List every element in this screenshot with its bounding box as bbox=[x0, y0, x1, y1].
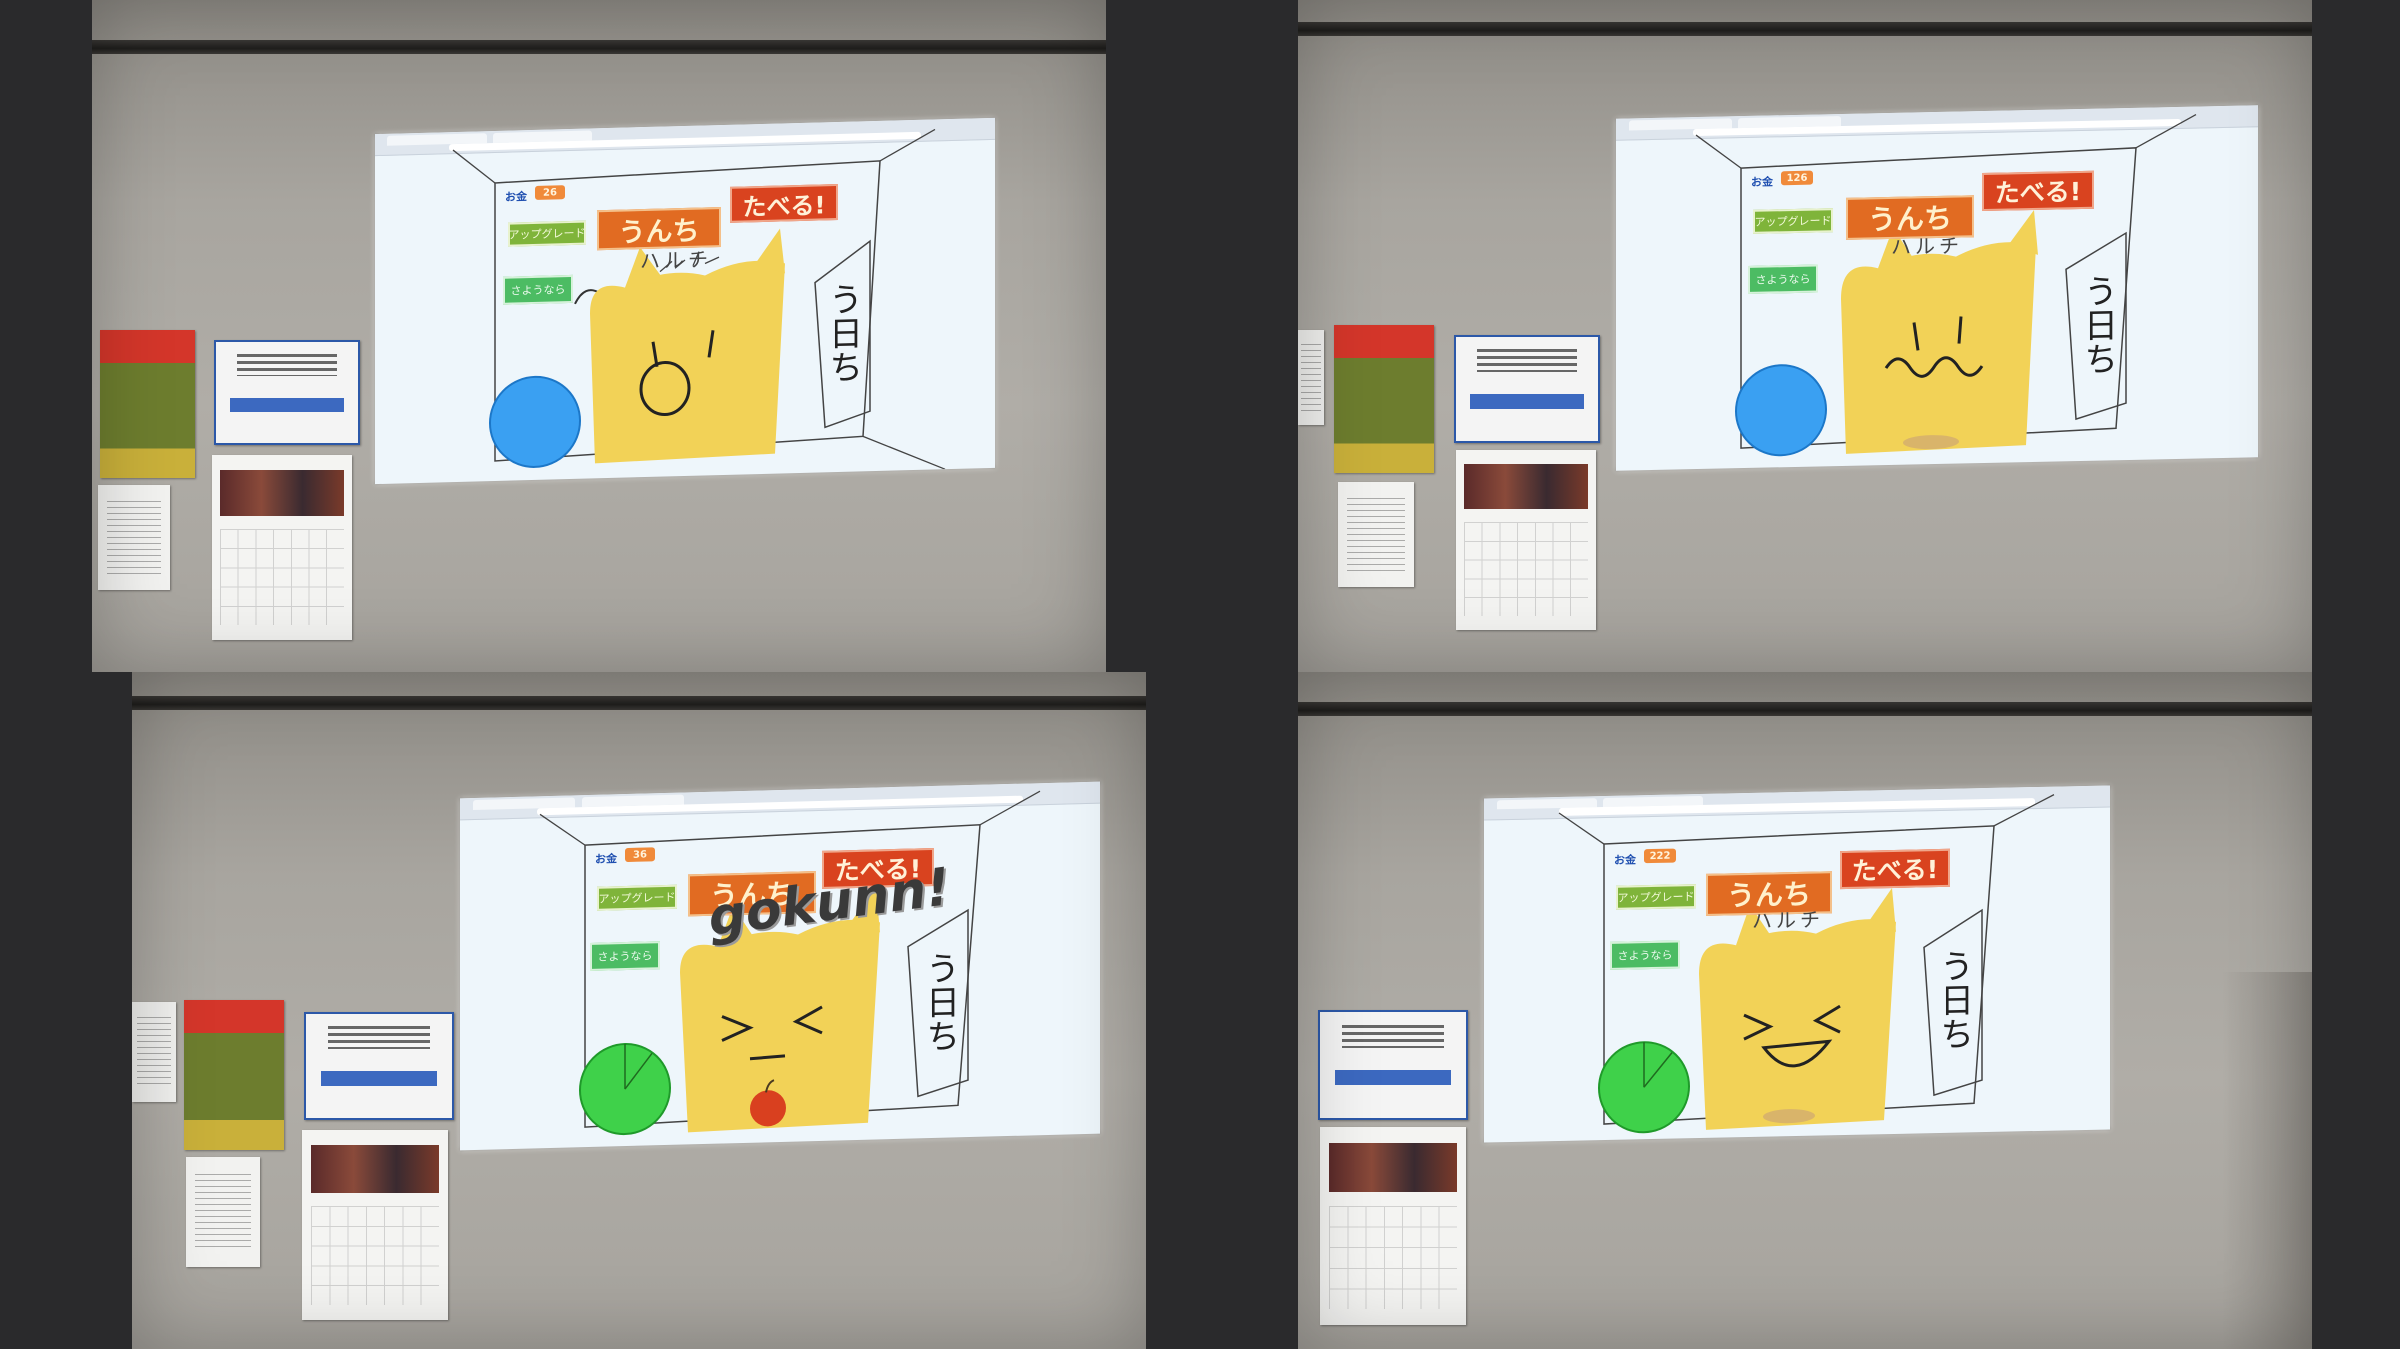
projected-game-screen: お金 126 アップグレード うんち たべる! さようなら ハルチ う日ち bbox=[1616, 105, 2258, 471]
title-taberu: たべる! bbox=[1840, 848, 1950, 890]
wall-text-right: う日ち bbox=[919, 950, 960, 1054]
title-taberu: たべる! bbox=[730, 183, 838, 223]
curtain-rail bbox=[1298, 22, 2312, 36]
projected-game-screen: お金 36 アップグレード うんち たべる! gokunn! さようなら う日ち bbox=[460, 781, 1100, 1151]
projected-game-screen: お金 222 アップグレード うんち たべる! さようなら ハルチ う日ち bbox=[1484, 785, 2110, 1143]
timer-circle bbox=[1735, 364, 1827, 457]
score-value: 126 bbox=[1781, 170, 1813, 186]
poster-notice bbox=[186, 1157, 260, 1267]
game-drawing bbox=[1558, 794, 2055, 1134]
photo-panel-4: お金 222 アップグレード うんち たべる! さようなら ハルチ う日ち bbox=[1298, 672, 2312, 1349]
game-drawing bbox=[1695, 114, 2197, 457]
upgrade-button[interactable]: アップグレード bbox=[508, 220, 586, 247]
poster-calendar bbox=[1456, 450, 1596, 630]
poster-calendar bbox=[1320, 1127, 1466, 1325]
curtain-rail bbox=[92, 40, 1106, 54]
upgrade-button[interactable]: アップグレード bbox=[597, 884, 677, 911]
poster-food bbox=[100, 330, 195, 478]
projected-game-screen: お金 26 アップグレード うんち たべる! さようなら ハルチ う日ち bbox=[375, 117, 995, 485]
sayonara-button[interactable]: さようなら bbox=[590, 941, 660, 971]
poster-calendar bbox=[302, 1130, 448, 1320]
wall-text-right: う日ち bbox=[2077, 273, 2118, 377]
curtain-rail bbox=[1298, 702, 2312, 716]
score-value: 26 bbox=[535, 185, 565, 200]
poster-distance bbox=[214, 340, 360, 445]
poster-food bbox=[184, 1000, 284, 1150]
poster-notice bbox=[1338, 482, 1414, 587]
game-drawing bbox=[539, 790, 1041, 1136]
photo-panel-1: お金 26 アップグレード うんち たべる! さようなら ハルチ う日ち bbox=[92, 0, 1106, 672]
poster-notice bbox=[132, 1002, 176, 1102]
upgrade-button[interactable]: アップグレード bbox=[1616, 884, 1696, 910]
poster-distance bbox=[304, 1012, 454, 1120]
poster-notice bbox=[1298, 330, 1324, 425]
timer-circle bbox=[489, 375, 581, 468]
score-label: お金 bbox=[1751, 175, 1773, 189]
score-label: お金 bbox=[505, 190, 527, 204]
photo-panel-3: お金 36 アップグレード うんち たべる! gokunn! さようなら う日ち bbox=[132, 672, 1146, 1349]
sayonara-button[interactable]: さようなら bbox=[503, 274, 573, 305]
sayonara-button[interactable]: さようなら bbox=[1610, 940, 1680, 970]
sayonara-button[interactable]: さようなら bbox=[1748, 264, 1818, 294]
score-value: 36 bbox=[625, 847, 655, 863]
cat-body bbox=[1841, 242, 2036, 454]
score-label: お金 bbox=[1614, 853, 1636, 867]
poster-food bbox=[1334, 325, 1434, 473]
cat-body bbox=[590, 260, 785, 464]
cat-body bbox=[1699, 919, 1896, 1130]
wall-text-top: ハルチ bbox=[640, 247, 712, 274]
game-drawing bbox=[452, 128, 946, 470]
wall-text-top: ハルチ bbox=[1752, 907, 1824, 933]
title-taberu: たべる! bbox=[1982, 170, 2094, 212]
score-label: お金 bbox=[595, 852, 617, 866]
poster-calendar bbox=[212, 455, 352, 640]
wall-text-right: う日ち bbox=[822, 281, 863, 385]
poster-distance bbox=[1454, 335, 1600, 443]
poster-distance bbox=[1318, 1010, 1468, 1120]
wall-text-right: う日ち bbox=[1933, 948, 1974, 1052]
poster-notice bbox=[98, 485, 170, 590]
upgrade-button[interactable]: アップグレード bbox=[1753, 208, 1833, 234]
shadow bbox=[2222, 972, 2312, 1349]
wall-text-top: ハルチ bbox=[1891, 233, 1963, 259]
curtain-rail bbox=[132, 696, 1146, 710]
score-value: 222 bbox=[1644, 848, 1676, 864]
photo-panel-2: お金 126 アップグレード うんち たべる! さようなら ハルチ う日ち bbox=[1298, 0, 2312, 672]
